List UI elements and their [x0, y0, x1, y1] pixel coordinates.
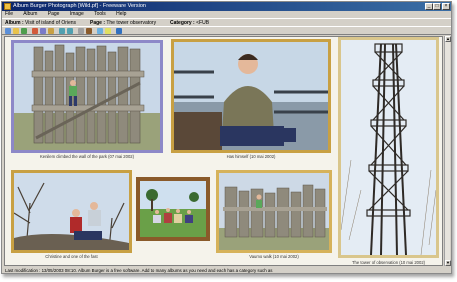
photo-frame[interactable] — [338, 37, 439, 258]
next-page-icon[interactable] — [67, 28, 73, 34]
scroll-down-icon[interactable]: ▼ — [445, 260, 451, 266]
photo-image — [14, 173, 129, 250]
menu-page[interactable]: Page — [48, 11, 60, 17]
photo-caption: Kenilem climbed the wall of the park (07… — [39, 154, 135, 159]
new-album-icon[interactable] — [5, 28, 11, 34]
zoom-icon[interactable] — [97, 28, 103, 34]
scroll-up-icon[interactable]: ▲ — [445, 36, 451, 42]
toolbar — [2, 26, 451, 35]
open-album-icon[interactable] — [13, 28, 19, 34]
menu-image[interactable]: Image — [70, 11, 84, 17]
album-page-canvas[interactable]: Kenilem climbed the wall of the park (07… — [4, 36, 443, 266]
add-page-icon[interactable] — [40, 28, 46, 34]
app-icon — [4, 3, 11, 10]
photo-image — [174, 42, 328, 150]
photo-caption: Vaumo walk (10 mai 2002) — [249, 254, 299, 259]
status-bar: Last modification : 13/05/2003 08:10. Al… — [5, 268, 273, 273]
photo-frame[interactable] — [136, 177, 210, 241]
photo-image — [341, 40, 436, 255]
settings-icon[interactable] — [105, 28, 111, 34]
menu-album[interactable]: Album — [23, 11, 37, 17]
vertical-scrollbar[interactable]: ▲ ▼ — [444, 36, 451, 266]
photo-frame[interactable] — [11, 40, 163, 153]
maximize-button[interactable]: □ — [433, 3, 441, 10]
menu-file[interactable]: File — [5, 11, 13, 17]
photo-caption: Christine and one of the fast — [45, 254, 98, 259]
photo-frame[interactable] — [171, 39, 331, 153]
help-icon[interactable] — [116, 28, 122, 34]
menu-tools[interactable]: Tools — [94, 11, 106, 17]
photo-image — [140, 181, 206, 237]
photo-image — [219, 173, 329, 250]
print-icon[interactable] — [78, 28, 84, 34]
add-photo-icon[interactable] — [48, 28, 54, 34]
photo-frame[interactable] — [216, 170, 332, 253]
previous-page-icon[interactable] — [59, 28, 65, 34]
menu-bar: File Album Page Image Tools Help — [2, 11, 451, 18]
delete-icon[interactable] — [32, 28, 38, 34]
frame-icon[interactable] — [86, 28, 92, 34]
photo-frame[interactable] — [11, 170, 132, 253]
album-info-bar: Album : Visit of island of Oriens Page :… — [2, 18, 451, 26]
minimize-button[interactable]: _ — [425, 3, 433, 10]
photo-caption: The tower of observation (10 mai 2002) — [351, 260, 426, 265]
close-button[interactable]: × — [442, 3, 450, 10]
window-title: Album Burger Photograph [Wild.pf] - Free… — [13, 3, 146, 9]
save-album-icon[interactable] — [21, 28, 27, 34]
app-window: Album Burger Photograph [Wild.pf] - Free… — [1, 1, 452, 274]
photo-image — [14, 43, 160, 150]
photo-caption: Has himself (10 mai 2002) — [226, 154, 276, 159]
menu-help[interactable]: Help — [116, 11, 126, 17]
title-bar[interactable]: Album Burger Photograph [Wild.pf] - Free… — [2, 2, 451, 11]
